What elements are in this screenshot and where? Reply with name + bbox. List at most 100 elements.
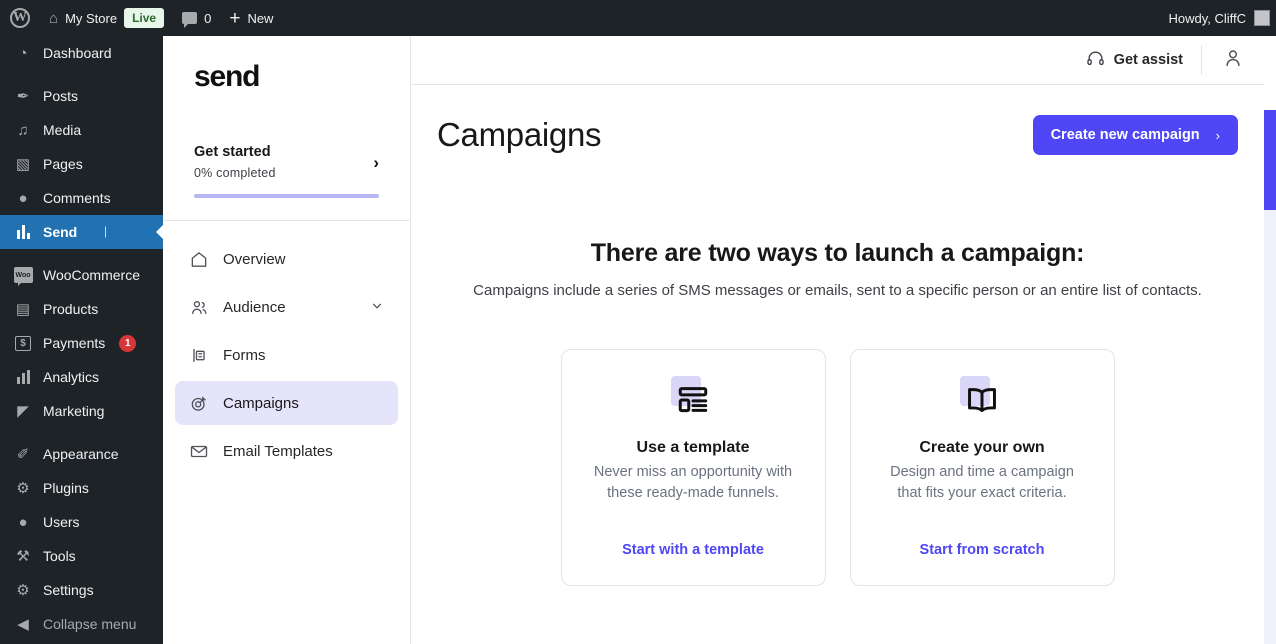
sidebar-item-email-templates[interactable]: Email Templates bbox=[175, 429, 398, 473]
wp-menu-separator bbox=[0, 70, 163, 79]
wp-menu-item-tools[interactable]: ⚒ Tools bbox=[0, 539, 163, 573]
chevron-down-icon[interactable] bbox=[370, 299, 384, 315]
main-content: Get assist Campaigns Create new campaign… bbox=[411, 36, 1264, 644]
adminbar-right-group: Howdy, CliffC bbox=[1168, 10, 1276, 26]
payments-icon: $ bbox=[13, 333, 33, 353]
wp-menu-label: Pages bbox=[43, 156, 83, 172]
intro-block: There are two ways to launch a campaign:… bbox=[411, 239, 1264, 299]
send-nav: Overview Audience Forms Campaigns Email Temp… bbox=[163, 221, 410, 473]
comments-menu[interactable]: 0 bbox=[173, 0, 220, 36]
card-action-link[interactable]: Start with a template bbox=[622, 542, 764, 558]
wp-menu-label: Settings bbox=[43, 582, 94, 598]
intro-heading: There are two ways to launch a campaign: bbox=[590, 239, 1085, 267]
sidebar-item-campaigns[interactable]: Campaigns bbox=[175, 381, 398, 425]
intro-description: Campaigns include a series of SMS messag… bbox=[473, 282, 1202, 299]
wp-menu-label: Send bbox=[43, 224, 78, 240]
megaphone-icon: ◤ bbox=[17, 403, 29, 420]
chevron-right-icon[interactable]: › bbox=[373, 154, 379, 171]
plus-icon: + bbox=[229, 7, 241, 29]
wp-menu-item-woocommerce[interactable]: Woo WooCommerce bbox=[0, 258, 163, 292]
wp-menu-label: Marketing bbox=[43, 403, 105, 419]
wp-menu-item-collapse-menu[interactable]: ◀ Collapse menu bbox=[0, 607, 163, 641]
sidebar-item-label: Campaigns bbox=[223, 394, 299, 412]
forms-icon bbox=[189, 345, 209, 365]
products-icon: ▤ bbox=[15, 301, 31, 318]
wp-admin-bar: W ⌂ My Store Live 0 + New Howdy, CliffC bbox=[0, 0, 1276, 36]
wp-menu-label: Posts bbox=[43, 88, 79, 104]
card-description: Never miss an opportunity with these rea… bbox=[593, 464, 793, 501]
wp-menu-item-analytics[interactable]: Analytics bbox=[0, 360, 163, 394]
wp-menu-label: WooCommerce bbox=[43, 267, 140, 283]
site-name-label: My Store bbox=[65, 10, 118, 26]
wp-menu-item-send[interactable]: Send bbox=[0, 215, 163, 249]
wordpress-logo-icon: W bbox=[10, 8, 30, 28]
page-scrollbar[interactable] bbox=[1264, 36, 1276, 644]
wp-menu-badge: 1 bbox=[119, 334, 137, 352]
wp-menu-item-payments[interactable]: $ Payments 1 bbox=[0, 326, 163, 360]
wp-menu-item-posts[interactable]: ✒ Posts bbox=[0, 79, 163, 113]
send-chart-icon bbox=[13, 222, 33, 242]
wp-menu-item-products[interactable]: ▤ Products bbox=[0, 292, 163, 326]
submenu-indicator bbox=[105, 226, 106, 238]
wp-menu-item-dashboard[interactable]: ◔ Dashboard bbox=[0, 36, 163, 70]
wp-menu-item-users[interactable]: ● Users bbox=[0, 505, 163, 539]
open-book-icon bbox=[958, 376, 1006, 421]
wp-menu-item-appearance[interactable]: ✐ Appearance bbox=[0, 437, 163, 471]
get-started-progress-bar bbox=[194, 194, 379, 198]
sidebar-item-overview[interactable]: Overview bbox=[175, 237, 398, 281]
user-account-icon bbox=[1222, 47, 1244, 74]
send-logo[interactable]: send bbox=[163, 36, 410, 92]
wp-admin-sidebar: ◔ Dashboard ✒ Posts ♫ Media ▧ Pages ● Comments Sen… bbox=[0, 36, 163, 644]
wp-menu-label: Analytics bbox=[43, 369, 100, 385]
scrollbar-thumb[interactable] bbox=[1264, 110, 1276, 210]
live-badge: Live bbox=[124, 8, 165, 28]
page-header: Campaigns Create new campaign › bbox=[411, 85, 1264, 155]
account-button[interactable] bbox=[1202, 36, 1264, 85]
get-assist-button[interactable]: Get assist bbox=[1068, 36, 1201, 85]
comments-icon: ● bbox=[18, 189, 28, 207]
new-label: New bbox=[247, 10, 274, 26]
page-title: Campaigns bbox=[437, 116, 602, 153]
wp-menu-separator bbox=[0, 428, 163, 437]
users-icon: ● bbox=[18, 513, 28, 531]
wp-menu-item-pages[interactable]: ▧ Pages bbox=[0, 147, 163, 181]
appearance-brush-icon: ✐ bbox=[16, 446, 30, 463]
launch-card-2[interactable]: Create your own Design and time a campaig… bbox=[849, 349, 1115, 586]
wordpress-logo-button[interactable]: W bbox=[0, 0, 40, 36]
site-name-menu[interactable]: ⌂ My Store Live bbox=[40, 0, 173, 36]
sidebar-item-forms[interactable]: Forms bbox=[175, 333, 398, 377]
get-started-progress-label: 0% completed bbox=[194, 166, 276, 180]
get-started-card[interactable]: Get started 0% completed › bbox=[163, 144, 410, 220]
main-topbar: Get assist bbox=[411, 36, 1264, 85]
headphones-icon bbox=[1086, 49, 1105, 72]
send-logo-text: send bbox=[194, 60, 260, 93]
wp-menu-label: Tools bbox=[43, 548, 76, 564]
wp-menu-item-plugins[interactable]: ⚙ Plugins bbox=[0, 471, 163, 505]
wp-menu-label: Dashboard bbox=[43, 45, 112, 61]
envelope-icon bbox=[189, 441, 209, 461]
launch-card-1[interactable]: Use a template Never miss an opportunity … bbox=[560, 349, 826, 586]
wp-menu-item-media[interactable]: ♫ Media bbox=[0, 113, 163, 147]
wp-menu-item-settings[interactable]: ⚙ Settings bbox=[0, 573, 163, 607]
pin-icon: ✒ bbox=[16, 88, 30, 105]
wp-menu-item-comments[interactable]: ● Comments bbox=[0, 181, 163, 215]
wp-menu-label: Comments bbox=[43, 190, 111, 206]
tools-wrench-icon: ⚒ bbox=[16, 548, 30, 565]
get-assist-label: Get assist bbox=[1113, 52, 1183, 68]
analytics-icon bbox=[13, 367, 33, 387]
comment-bubble-icon bbox=[182, 12, 198, 28]
card-action-link[interactable]: Start from scratch bbox=[920, 542, 1045, 558]
comments-count: 0 bbox=[204, 10, 212, 26]
launch-option-cards: Use a template Never miss an opportunity … bbox=[411, 349, 1264, 586]
avatar[interactable] bbox=[1254, 10, 1270, 26]
sidebar-item-audience[interactable]: Audience bbox=[175, 285, 398, 329]
pages-icon: ▧ bbox=[15, 156, 31, 173]
scrollbar-track-top bbox=[1264, 36, 1276, 110]
create-new-campaign-button[interactable]: Create new campaign › bbox=[1032, 115, 1238, 155]
new-content-menu[interactable]: + New bbox=[220, 0, 282, 36]
sidebar-item-label: Audience bbox=[223, 298, 286, 316]
sidebar-item-label: Overview bbox=[223, 250, 286, 268]
wp-menu-item-marketing[interactable]: ◤ Marketing bbox=[0, 394, 163, 428]
howdy-label[interactable]: Howdy, CliffC bbox=[1168, 11, 1254, 26]
wp-menu-label: Appearance bbox=[43, 446, 119, 462]
